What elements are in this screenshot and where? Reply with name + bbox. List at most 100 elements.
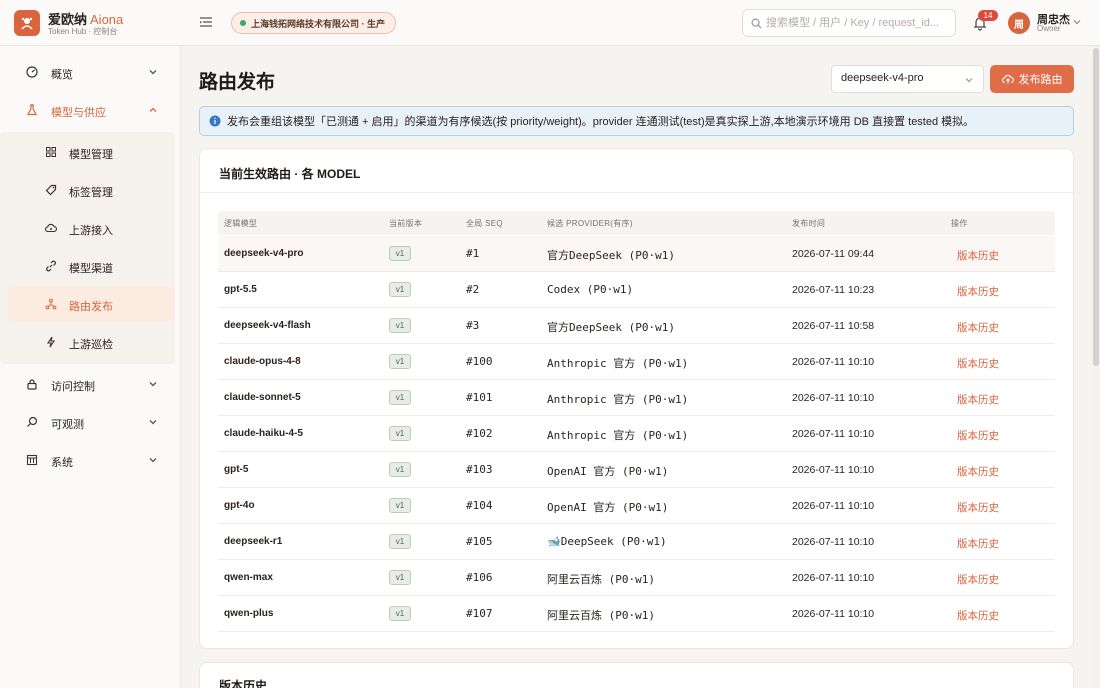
- sidebar-item-label: 模型与供应: [51, 107, 106, 119]
- version-history-link[interactable]: 版本历史: [957, 356, 999, 371]
- column-header-time: 发布时间: [792, 219, 826, 228]
- version-history-link[interactable]: 版本历史: [957, 536, 999, 551]
- lock-icon: [27, 379, 37, 390]
- sidebar-item-observability[interactable]: 可观测: [8, 405, 174, 439]
- sidebar-subitem-upstream-access[interactable]: 上游接入: [8, 211, 174, 245]
- cell-provider: OpenAI 官方 (P0·w1): [547, 501, 669, 514]
- cell-seq: #3: [466, 319, 480, 332]
- table-row[interactable]: gpt-5 v1 #103 OpenAI 官方 (P0·w1) 2026-07-11 1…: [218, 452, 1055, 488]
- table-row[interactable]: gpt-5.5 v1 #2 Codex (P0·w1) 2026-07-11 10:23…: [218, 272, 1055, 308]
- column-header-version: 当前版本: [389, 219, 423, 228]
- sidebar-subitem-model-management[interactable]: 模型管理: [8, 135, 174, 169]
- cell-model: deepseek-r1: [224, 536, 283, 547]
- brand-cn: 爱欧纳: [48, 12, 88, 27]
- sidebar-subitem-label: 标签管理: [69, 187, 113, 199]
- cell-publish-time: 2026-07-11 10:10: [792, 428, 875, 440]
- version-badge: v1: [389, 246, 411, 261]
- cell-publish-time: 2026-07-11 10:10: [792, 392, 875, 404]
- app-logo[interactable]: [14, 10, 40, 36]
- page-title: 路由发布: [199, 72, 276, 93]
- sidebar-item-system[interactable]: 系统: [8, 443, 174, 477]
- chevron-down-icon: [149, 458, 157, 463]
- table-row[interactable]: gpt-4o v1 #104 OpenAI 官方 (P0·w1) 2026-07-11 …: [218, 488, 1055, 524]
- info-banner: 发布会重组该模型「已测通 + 启用」的渠道为有序候选(按 priority/we…: [199, 106, 1074, 136]
- sidebar-subitem-label: 上游巡检: [69, 339, 113, 351]
- search-input[interactable]: [766, 17, 952, 29]
- cell-model: deepseek-v4-flash: [224, 320, 311, 331]
- table-row[interactable]: deepseek-v4-pro v1 #1 官方DeepSeek (P0·w1) 202…: [218, 236, 1055, 272]
- version-badge: v1: [389, 570, 411, 585]
- table-row[interactable]: qwen-plus v1 #107 阿里云百炼 (P0·w1) 2026-07-11 1…: [218, 596, 1055, 632]
- top-bar: 爱欧纳 Aiona Token Hub · 控制台 上海钱拓网络技术有限公司 · …: [0, 0, 1100, 46]
- table-row[interactable]: qwen-max v1 #106 阿里云百炼 (P0·w1) 2026-07-11 10…: [218, 560, 1055, 596]
- table-row[interactable]: claude-sonnet-5 v1 #101 Anthropic 官方 (P0·w1…: [218, 380, 1055, 416]
- avatar[interactable]: 周: [1008, 12, 1030, 34]
- table-row[interactable]: claude-opus-4-8 v1 #100 Anthropic 官方 (P0·w1…: [218, 344, 1055, 380]
- version-history-link[interactable]: 版本历史: [957, 320, 999, 335]
- version-history-card: 版本历史: [199, 662, 1074, 688]
- search-icon: [751, 18, 762, 29]
- cell-publish-time: 2026-07-11 10:10: [792, 356, 875, 368]
- sidebar-item-models[interactable]: 模型与供应: [8, 93, 174, 127]
- sidebar-item-access-control[interactable]: 访问控制: [8, 367, 174, 401]
- version-history-link[interactable]: 版本历史: [957, 500, 999, 515]
- cell-publish-time: 2026-07-11 10:10: [792, 500, 875, 512]
- chevron-down-icon[interactable]: [1072, 17, 1082, 27]
- sidebar-subitem-upstream-inspection[interactable]: 上游巡检: [8, 325, 174, 359]
- version-history-link[interactable]: 版本历史: [957, 428, 999, 443]
- card-divider: [200, 192, 1073, 193]
- cell-provider: Anthropic 官方 (P0·w1): [547, 357, 689, 370]
- table-row[interactable]: claude-haiku-4-5 v1 #102 Anthropic 官方 (P0·w…: [218, 416, 1055, 452]
- table-row[interactable]: deepseek-r1 v1 #105 🐋DeepSeek (P0·w1) 2026-0…: [218, 524, 1055, 560]
- menu-toggle-icon[interactable]: [199, 15, 213, 29]
- cell-publish-time: 2026-07-11 10:10: [792, 572, 875, 584]
- brand-en: Aiona: [90, 12, 124, 27]
- version-history-link[interactable]: 版本历史: [957, 464, 999, 479]
- sidebar-item-label: 可观测: [51, 419, 84, 431]
- sidebar-item-overview[interactable]: 概览: [8, 55, 174, 89]
- version-history-link[interactable]: 版本历史: [957, 608, 999, 623]
- brand-subtitle: Token Hub · 控制台: [48, 27, 118, 36]
- global-search[interactable]: [742, 9, 956, 37]
- version-history-link[interactable]: 版本历史: [957, 572, 999, 587]
- info-icon: [209, 115, 221, 127]
- dashboard-icon: [26, 66, 38, 78]
- table-row[interactable]: deepseek-v4-flash v1 #3 官方DeepSeek (P0·w1) 2…: [218, 308, 1055, 344]
- cell-seq: #101: [466, 391, 493, 404]
- link-icon: [46, 260, 56, 272]
- user-role: Owner: [1037, 24, 1061, 33]
- version-history-link[interactable]: 版本历史: [957, 248, 999, 263]
- sidebar-subitem-model-channels[interactable]: 模型渠道: [8, 249, 174, 283]
- version-badge: v1: [389, 498, 411, 513]
- cell-provider: 阿里云百炼 (P0·w1): [547, 609, 655, 622]
- active-routes-card: 当前生效路由 · 各 MODEL 逻辑模型 当前版本 全局 SEQ 候选 PRO…: [199, 148, 1074, 649]
- card-title: 当前生效路由 · 各 MODEL: [219, 167, 361, 181]
- version-history-link[interactable]: 版本历史: [957, 392, 999, 407]
- info-text: 发布会重组该模型「已测通 + 启用」的渠道为有序候选(按 priority/we…: [227, 116, 975, 128]
- model-select[interactable]: deepseek-v4-pro: [831, 65, 984, 93]
- sidebar-subitem-tag-management[interactable]: 标签管理: [8, 173, 174, 207]
- version-badge: v1: [389, 426, 411, 441]
- tag-icon: [45, 184, 57, 196]
- table-header: 逻辑模型 当前版本 全局 SEQ 候选 PROVIDER(有序) 发布时间 操作: [218, 211, 1055, 235]
- cell-model: qwen-max: [224, 572, 273, 583]
- column-header-model: 逻辑模型: [224, 219, 258, 228]
- column-header-provider: 候选 PROVIDER(有序): [547, 219, 633, 228]
- env-pill[interactable]: 上海钱拓网络技术有限公司 · 生产: [231, 12, 396, 34]
- chevron-down-icon: [149, 70, 157, 75]
- sidebar-subitem-label: 上游接入: [69, 225, 113, 237]
- publish-route-button[interactable]: 发布路由: [990, 65, 1074, 93]
- column-header-seq: 全局 SEQ: [466, 219, 503, 228]
- scrollbar-thumb[interactable]: [1093, 48, 1099, 366]
- cell-seq: #105: [466, 535, 493, 548]
- model-select-value: deepseek-v4-pro: [841, 72, 924, 84]
- cell-provider: 官方DeepSeek (P0·w1): [547, 249, 675, 262]
- publish-route-label: 发布路由: [1018, 74, 1063, 86]
- version-badge: v1: [389, 390, 411, 405]
- cell-seq: #2: [466, 283, 480, 296]
- version-history-link[interactable]: 版本历史: [957, 284, 999, 299]
- sidebar-subitem-label: 路由发布: [69, 301, 113, 313]
- sidebar-subitem-route-publish[interactable]: 路由发布: [8, 287, 174, 321]
- chevron-up-icon: [149, 107, 157, 112]
- version-badge: v1: [389, 606, 411, 621]
